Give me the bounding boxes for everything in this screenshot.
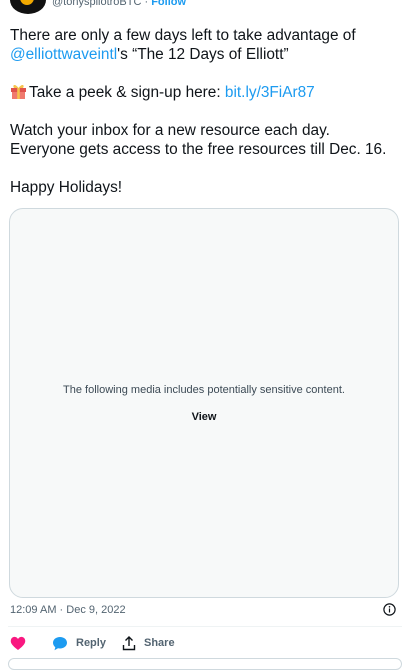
tweet-line-1: There are only a few days left to take a… [10, 27, 356, 44]
like-button[interactable] [10, 634, 26, 652]
info-icon[interactable] [383, 603, 396, 616]
reply-button[interactable]: Reply [52, 634, 106, 652]
view-media-button[interactable]: View [10, 411, 398, 423]
follow-link[interactable]: Follow [151, 0, 186, 8]
tweet-paragraph-3-line-2: Everyone gets access to the free resourc… [10, 141, 387, 158]
reply-bubble-icon [52, 636, 68, 651]
sensitive-warning: The following media includes potentially… [63, 384, 345, 396]
tweet-text: There are only a few days left to take a… [10, 26, 402, 197]
divider [8, 626, 402, 627]
bottom-cta-bar[interactable] [8, 658, 402, 670]
handle-separator: · [141, 0, 152, 8]
share-label: Share [144, 637, 175, 649]
gift-icon [10, 83, 27, 99]
mention-link[interactable]: @elliottwaveintl [10, 46, 117, 63]
avatar[interactable] [10, 0, 46, 14]
action-bar: Reply Share [0, 634, 410, 654]
tweet-closing: Happy Holidays! [10, 179, 123, 196]
tweet-line-2: @elliottwaveintl's “The 12 Days of Ellio… [10, 45, 402, 64]
author-handle[interactable]: @tonyspilotroBTC [52, 0, 141, 8]
author-line: @tonyspilotroBTC · Follow [52, 0, 186, 8]
heart-icon [10, 636, 26, 651]
share-icon [122, 635, 136, 651]
share-button[interactable]: Share [122, 634, 175, 652]
tweet-header: @tonyspilotroBTC · Follow [0, 0, 410, 16]
reply-label: Reply [76, 637, 106, 649]
tweet-timestamp[interactable]: 12:09 AM · Dec 9, 2022 [10, 604, 126, 616]
promo-link[interactable]: bit.ly/3FiAr87 [225, 84, 315, 101]
promo-text: Take a peek & sign-up here: [29, 84, 225, 101]
promo-line: Take a peek & sign-up here: bit.ly/3FiAr… [10, 83, 402, 102]
tweet-paragraph-3-line-1: Watch your inbox for a new resource each… [10, 122, 330, 139]
sensitive-media-card[interactable]: The following media includes potentially… [9, 208, 399, 598]
mention-suffix: 's “The 12 Days of Elliott” [117, 46, 289, 63]
